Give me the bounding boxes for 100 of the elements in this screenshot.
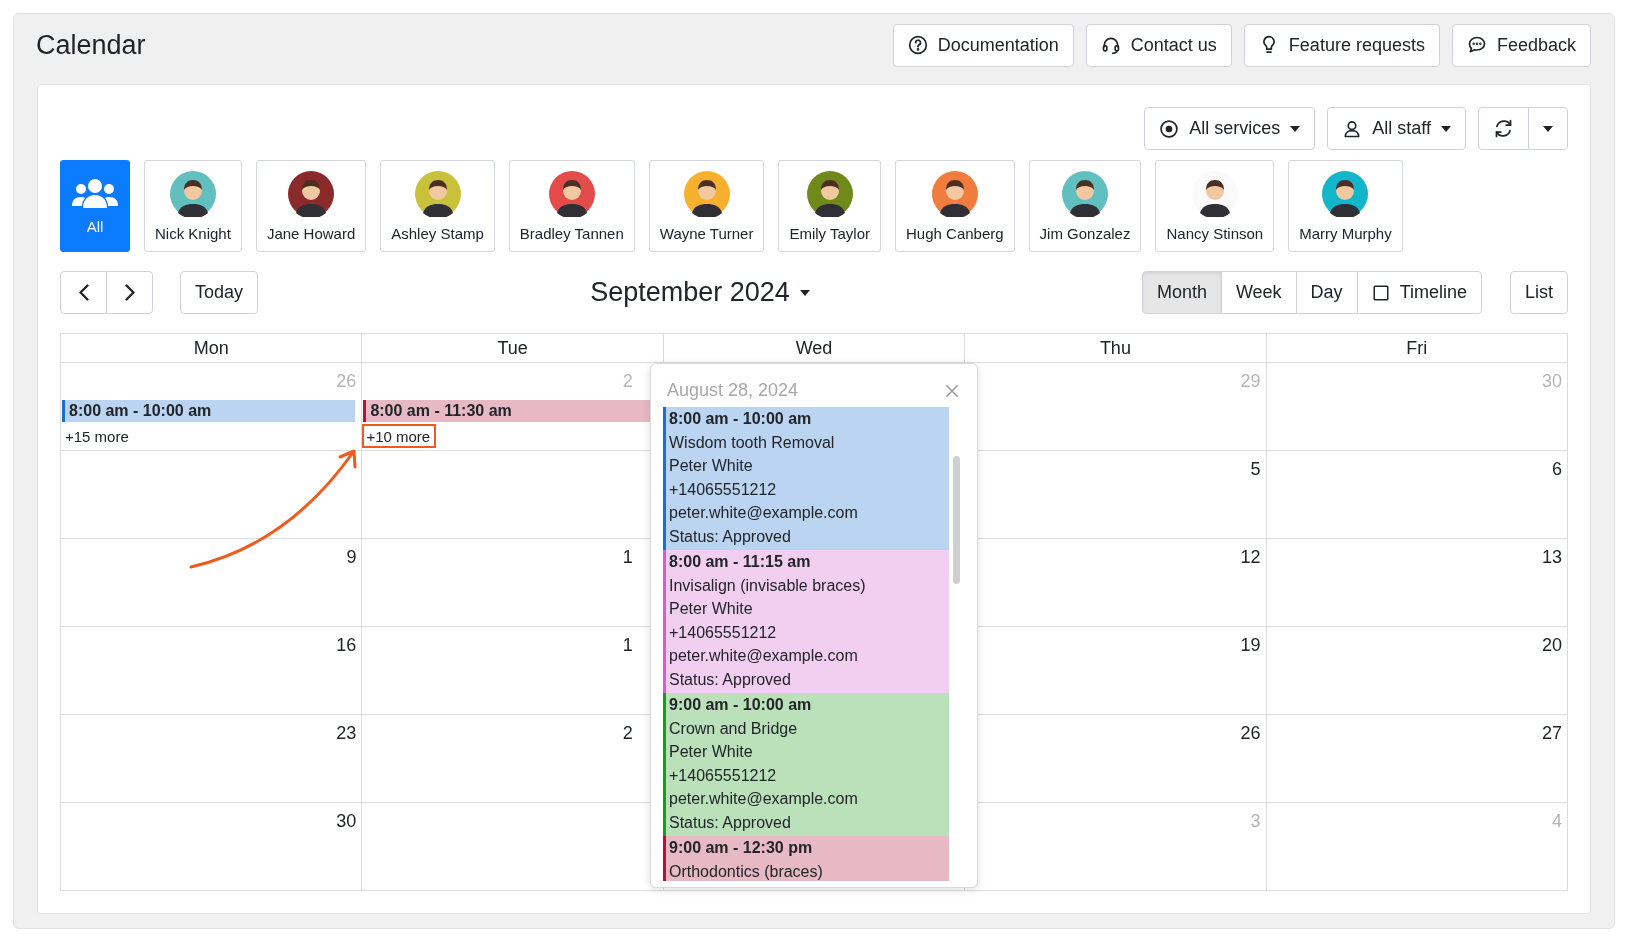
appointment-card[interactable]: 8:00 am - 10:00 am Wisdom tooth Removal Peter White +14065551212 peter.white@example.com Status: Approved: [663, 407, 949, 550]
event-bar[interactable]: 8:00 am - 10:00 am: [62, 400, 356, 422]
view-tab[interactable]: Week: [1220, 271, 1297, 314]
appointment-detail: +14065551212: [669, 622, 778, 643]
appointment-detail: Status: Approved: [669, 812, 792, 833]
appointment-detail: Crown and Bridge: [669, 718, 799, 739]
day-number: 27: [1541, 722, 1563, 745]
header-button[interactable]: Feedback: [1451, 23, 1591, 67]
appointment-detail: Peter White: [669, 599, 754, 619]
today-button[interactable]: Today: [180, 271, 259, 314]
staff-name: Wayne Turner: [659, 224, 754, 242]
avatar-icon: [414, 170, 461, 217]
next-button[interactable]: [106, 271, 153, 314]
day-cell[interactable]: 20: [1266, 627, 1568, 715]
day-number: 1: [622, 634, 634, 657]
staff-card[interactable]: Hugh Canberg: [895, 160, 1015, 252]
day-number: 19: [1240, 634, 1262, 657]
list-button[interactable]: List: [1510, 271, 1568, 314]
staff-card[interactable]: Wayne Turner: [648, 160, 765, 252]
scrollbar[interactable]: [953, 456, 960, 584]
appointment-time: 9:00 am - 12:30 pm: [669, 838, 814, 858]
caret-icon: [1290, 125, 1301, 132]
day-number: 29: [1240, 370, 1262, 393]
staff-card[interactable]: Nancy Stinson: [1155, 160, 1275, 252]
day-number: 30: [336, 810, 358, 833]
appointment-detail: peter.white@example.com: [669, 789, 859, 809]
day-cell[interactable]: 9: [61, 539, 363, 627]
page-title: Calendar: [36, 29, 147, 61]
header-button[interactable]: Contact us: [1085, 23, 1232, 67]
avatar-icon: [169, 170, 216, 217]
previous-button[interactable]: [60, 271, 107, 314]
users-icon: [72, 177, 118, 210]
staff-card[interactable]: Emily Taylor: [778, 160, 881, 252]
appointment-card[interactable]: 9:00 am - 10:00 am Crown and Bridge Peter White +14065551212 peter.white@example.com Status: Approved: [663, 693, 949, 836]
day-cell[interactable]: 23: [61, 715, 363, 803]
staff-card[interactable]: Marry Murphy: [1288, 160, 1403, 252]
day-number: 12: [1240, 546, 1262, 569]
appointment-card[interactable]: 9:00 am - 12:30 pm Orthodontics (braces): [663, 836, 949, 881]
caret-icon: [1543, 125, 1553, 132]
day-number: 16: [336, 634, 358, 657]
appointment-detail: Orthodontics (braces): [669, 861, 824, 881]
timeline-toggle[interactable]: Timeline: [1356, 271, 1482, 314]
appointment-detail: +14065551212: [669, 479, 778, 500]
day-cell[interactable]: 6: [1266, 451, 1568, 539]
staff-card[interactable]: All: [60, 160, 130, 252]
chat-icon: [1466, 35, 1487, 55]
day-number: 1: [622, 546, 634, 569]
staff-name: Marry Murphy: [1299, 224, 1392, 242]
day-cell[interactable]: 27: [1266, 715, 1568, 803]
appointment-detail: Peter White: [669, 742, 754, 762]
popup-title: August 28, 2024: [667, 380, 799, 401]
day-cell[interactable]: 16: [61, 627, 363, 715]
caret-icon: [1441, 125, 1451, 132]
chevron-left-icon: [78, 284, 89, 301]
headset-icon: [1100, 35, 1121, 55]
day-number: 30: [1541, 370, 1563, 393]
staff-card[interactable]: Ashley Stamp: [380, 160, 495, 252]
day-number: 2: [622, 722, 634, 745]
weekday-header: Tue: [362, 334, 664, 363]
more-link[interactable]: +15 more: [61, 424, 135, 448]
appointment-time: 8:00 am - 11:15 am: [669, 552, 812, 572]
avatar-icon: [806, 170, 853, 217]
staff-card[interactable]: Nick Knight: [144, 160, 242, 252]
appointment-time: 8:00 am - 10:00 am: [669, 409, 813, 429]
header-button[interactable]: Feature requests: [1243, 23, 1440, 67]
target-icon: [1159, 118, 1180, 139]
refresh-button[interactable]: [1478, 107, 1529, 150]
appointment-card[interactable]: 8:00 am - 11:15 am Invisalign (invisable braces) Peter White +14065551212 peter.white@example.com Status: Approved: [663, 550, 949, 693]
appointment-detail: Status: Approved: [669, 526, 792, 547]
avatar-icon: [683, 170, 730, 217]
day-cell[interactable]: [61, 451, 363, 539]
period-dropdown[interactable]: September 2024: [584, 276, 816, 309]
view-tab[interactable]: Month: [1141, 271, 1222, 314]
day-number: 23: [336, 722, 358, 745]
services-dropdown[interactable]: All services: [1144, 107, 1316, 150]
day-number: 20: [1541, 634, 1563, 657]
avatar-icon: [548, 170, 595, 217]
view-tab[interactable]: Day: [1295, 271, 1358, 314]
day-cell[interactable]: 13: [1266, 539, 1568, 627]
header-button[interactable]: Documentation: [892, 23, 1074, 67]
staff-card[interactable]: Jane Howard: [255, 160, 367, 252]
avatar-icon: [288, 170, 335, 217]
appointment-detail: Invisalign (invisable braces): [669, 575, 867, 596]
appointment-detail: Peter White: [669, 456, 754, 476]
day-number: 26: [336, 370, 358, 393]
day-cell[interactable]: 26 8:00 am - 10:00 am +15 more: [61, 363, 363, 451]
staff-card[interactable]: Jim Gonzalez: [1028, 160, 1142, 252]
staff-name: Bradley Tannen: [519, 224, 624, 242]
staff-name: Jane Howard: [266, 224, 356, 242]
weekday-header: Mon: [61, 334, 363, 363]
staff-dropdown[interactable]: All staff: [1327, 107, 1466, 150]
more-link[interactable]: +10 more: [362, 424, 437, 448]
day-number: 2: [622, 370, 634, 393]
day-number: 5: [1250, 458, 1262, 481]
day-number: 13: [1541, 546, 1563, 569]
day-number: 9: [346, 546, 358, 569]
help-icon: [907, 35, 928, 55]
checkbox-icon: [1371, 283, 1390, 302]
day-cell[interactable]: 30: [61, 803, 363, 891]
staff-card[interactable]: Bradley Tannen: [508, 160, 635, 252]
